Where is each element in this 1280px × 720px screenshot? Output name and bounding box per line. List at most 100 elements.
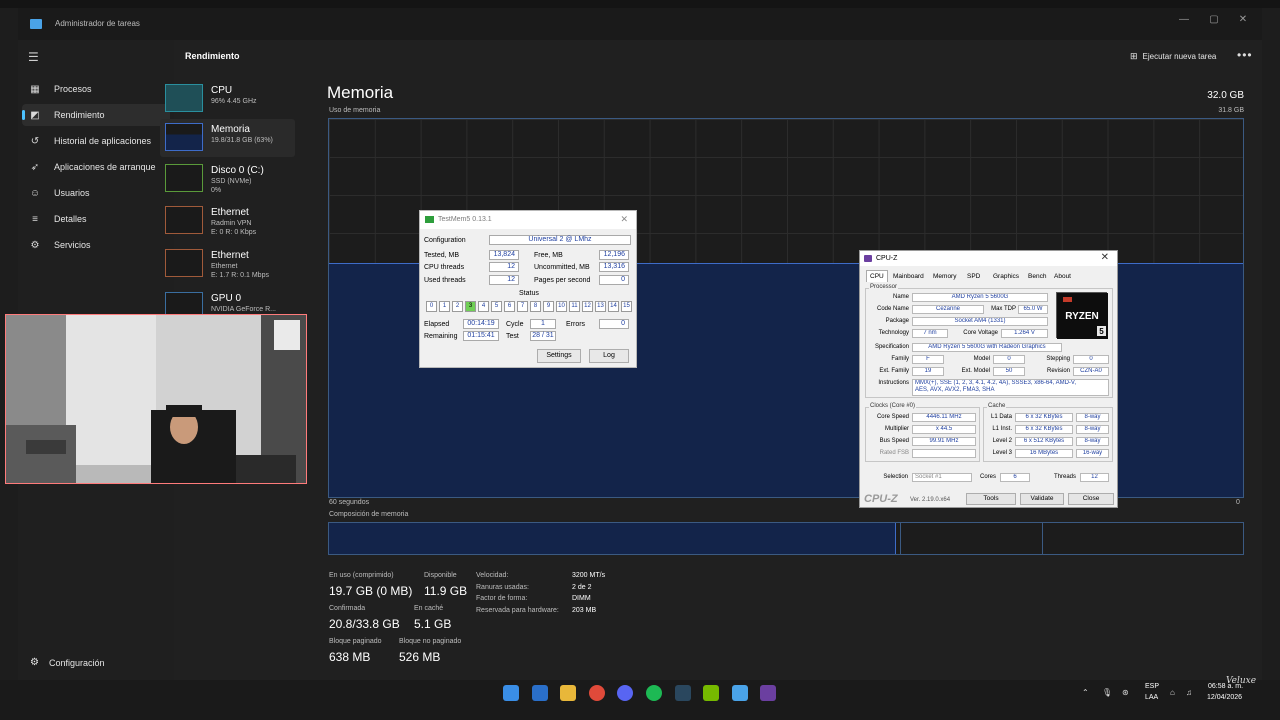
nav-item-procesos[interactable]: ▦ Procesos xyxy=(22,78,170,100)
tm-errors-label: Errors xyxy=(566,321,586,328)
cpuz-validate-button[interactable]: Validate xyxy=(1020,493,1064,505)
cz-selection-dropdown[interactable]: Socket #1 xyxy=(912,473,972,482)
cpuz-tab-cpu[interactable]: CPU xyxy=(866,270,888,282)
nav-item-detalles[interactable]: ≡ Detalles xyxy=(22,208,170,230)
maximize-button[interactable]: ▢ xyxy=(1204,14,1224,25)
device-name: Ethernet xyxy=(211,250,249,261)
tm-free-label: Free, MB xyxy=(534,252,563,259)
cpuz-tab-mainboard[interactable]: Mainboard xyxy=(889,270,928,282)
device-detail-secondary: 0% xyxy=(211,187,222,194)
cz-instructions-label: Instructions xyxy=(878,380,909,386)
cpuz-tab-graphics[interactable]: Graphics xyxy=(989,270,1023,282)
chrome-icon[interactable] xyxy=(588,685,605,701)
cz-name-label: Name xyxy=(892,294,909,300)
cpuz-tab-memory[interactable]: Memory xyxy=(929,270,960,282)
nav-label: Historial de aplicaciones xyxy=(54,136,152,146)
testmem5-window: TestMem5 0.13.1 ✕ xyxy=(419,210,637,368)
tm-configuration-value[interactable]: Universal 2 @ LMhz xyxy=(489,235,631,245)
device-item-1[interactable]: Memoria 19.8/31.8 GB (63%) xyxy=(160,119,295,157)
cz-voltage-label: Core Voltage xyxy=(963,330,998,336)
network-icon[interactable]: ⌂ xyxy=(1170,688,1175,697)
device-name: Disco 0 (C:) xyxy=(211,165,264,176)
nav-item-arranque[interactable]: ➶ Aplicaciones de arranque xyxy=(22,156,170,178)
details-icon: ≡ xyxy=(32,213,38,225)
volume-icon[interactable]: ♫ xyxy=(1186,688,1192,697)
language-code[interactable]: ESP xyxy=(1145,683,1159,690)
device-item-3[interactable]: Ethernet Radmin VPN E: 0 R: 0 Kbps xyxy=(160,202,295,240)
tm-used-threads-value: 12 xyxy=(489,275,519,285)
cpuz-tab-bench[interactable]: Bench xyxy=(1024,270,1050,282)
cpuz-close-button[interactable]: ✕ xyxy=(1101,252,1109,263)
tm-settings-button[interactable]: Settings xyxy=(537,349,581,363)
outlook-icon[interactable] xyxy=(531,685,548,701)
run-new-task-button[interactable]: ⊞ Ejecutar nueva tarea xyxy=(1130,51,1216,62)
tm-errors-value: 0 xyxy=(599,319,629,329)
memory-total: 32.0 GB xyxy=(1207,90,1244,101)
cpuz-app-icon xyxy=(864,255,872,262)
nonpaged-pool-label: Bloque no paginado xyxy=(399,638,462,645)
page-title: Rendimiento xyxy=(185,51,240,61)
settings-nav-item[interactable]: ⚙ Configuración xyxy=(30,657,105,668)
memory-title: Memoria xyxy=(327,83,394,102)
cached-label: En caché xyxy=(414,605,444,612)
cz-technology-label: Technology xyxy=(878,330,909,336)
file-explorer-icon[interactable] xyxy=(560,685,577,701)
memory-composition-bar xyxy=(328,522,1244,555)
tm-status-cell: 1 xyxy=(439,301,450,312)
device-detail: Ethernet xyxy=(211,263,238,270)
nav-item-servicios[interactable]: ⚙ Servicios xyxy=(22,234,170,256)
page-header: Rendimiento ⊞ Ejecutar nueva tarea ••• xyxy=(174,40,1262,70)
device-item-4[interactable]: Ethernet Ethernet E: 1.7 R: 0.1 Mbps xyxy=(160,245,295,283)
start-icon[interactable] xyxy=(503,685,519,701)
cz-l1d-ways: 8-way xyxy=(1076,413,1109,422)
steam-icon[interactable] xyxy=(674,685,691,701)
nav-item-usuarios[interactable]: ☺ Usuarios xyxy=(22,182,170,204)
nav-item-rendimiento[interactable]: ◩ Rendimiento xyxy=(22,104,170,126)
performance-icon: ◩ xyxy=(30,109,40,121)
task-manager-icon[interactable] xyxy=(731,685,748,701)
more-options-button[interactable]: ••• xyxy=(1237,48,1253,62)
close-button[interactable]: ✕ xyxy=(1233,14,1253,25)
composition-label: Composición de memoria xyxy=(329,511,409,518)
clock-date[interactable]: 12/04/2026 xyxy=(1207,694,1242,701)
hamburger-menu-icon[interactable]: ☰ xyxy=(28,50,39,64)
device-thumbnail xyxy=(165,249,203,277)
language-layout[interactable]: LAA xyxy=(1145,694,1158,701)
cpuz-brand: CPU-Z xyxy=(864,493,898,505)
device-item-2[interactable]: Disco 0 (C:) SSD (NVMe) 0% xyxy=(160,160,295,198)
testmem5-close-button[interactable]: ✕ xyxy=(620,214,628,225)
tm-log-button[interactable]: Log xyxy=(589,349,629,363)
tray-chevron-icon[interactable]: ⌃ xyxy=(1082,688,1089,697)
cpuz-icon[interactable] xyxy=(760,685,777,701)
cpuz-tab-spd[interactable]: SPD xyxy=(963,270,984,282)
tm-status-cell: 5 xyxy=(491,301,502,312)
cz-l1i-label: L1 Inst. xyxy=(992,426,1012,432)
testmem5-title: TestMem5 0.13.1 xyxy=(438,216,492,223)
cz-codename-label: Code Name xyxy=(876,306,909,312)
nvidia-icon[interactable] xyxy=(703,685,720,701)
in-use-value: 19.7 GB (0 MB) xyxy=(329,584,413,598)
nav-item-historial[interactable]: ↺ Historial de aplicaciones xyxy=(22,130,170,152)
users-icon: ☺ xyxy=(29,187,41,199)
tm-test-label: Test xyxy=(506,333,519,340)
cpuz-tools-button[interactable]: Tools xyxy=(966,493,1016,505)
cpuz-close-action-button[interactable]: Close xyxy=(1068,493,1114,505)
cz-threads-label: Threads xyxy=(1053,474,1076,480)
device-name: Memoria xyxy=(211,124,250,135)
cz-l3-ways: 16-way xyxy=(1076,449,1109,458)
device-thumbnail xyxy=(165,84,203,112)
cz-busspeed-label: Bus Speed xyxy=(879,438,909,444)
device-detail: NVIDIA GeForce R... xyxy=(211,306,276,313)
tm-cpu-threads-label: CPU threads xyxy=(424,264,465,271)
cz-family-label: Family xyxy=(891,356,909,362)
device-detail-secondary: E: 1.7 R: 0.1 Mbps xyxy=(211,272,269,279)
microphone-icon[interactable]: 🎙 xyxy=(1102,688,1112,697)
spotify-icon[interactable] xyxy=(646,685,662,701)
device-item-0[interactable]: CPU 96% 4.45 GHz xyxy=(160,80,295,118)
minimize-button[interactable]: — xyxy=(1174,14,1194,25)
usage-max: 31.8 GB xyxy=(1218,107,1244,114)
cz-extmodel-value: 50 xyxy=(993,367,1025,376)
available-value: 11.9 GB xyxy=(424,584,468,598)
cpuz-tab-about[interactable]: About xyxy=(1050,270,1075,282)
vpn-icon[interactable]: ⊛ xyxy=(1122,688,1129,697)
